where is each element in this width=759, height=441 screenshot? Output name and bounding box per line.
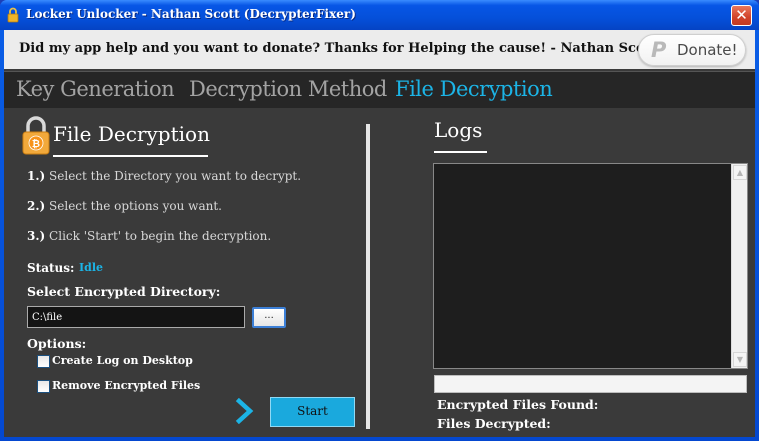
title-underline (53, 155, 208, 157)
client-area: Did my app help and you want to donate? … (4, 30, 755, 437)
step-number: 1.) (27, 169, 46, 183)
window-title: Locker Unlocker - Nathan Scott (Decrypte… (26, 7, 356, 21)
tab-file-decryption[interactable]: File Decryption (395, 77, 553, 101)
logs-textbox[interactable]: ▲ ▼ (433, 163, 748, 369)
tab-decryption-method[interactable]: Decryption Method (189, 77, 387, 101)
remove-encrypted-label[interactable]: Remove Encrypted Files (52, 379, 200, 392)
panel-divider (366, 124, 370, 429)
encrypted-files-found-label: Encrypted Files Found: (437, 397, 599, 412)
logs-underline (434, 151, 487, 153)
section-title: File Decryption (53, 122, 210, 146)
scroll-up-icon[interactable]: ▲ (733, 165, 747, 180)
lock-icon (7, 7, 19, 23)
svg-text:₿: ₿ (32, 138, 40, 150)
options-label: Options: (27, 336, 87, 351)
donate-button[interactable]: P Donate! (638, 34, 746, 66)
scroll-down-icon[interactable]: ▼ (733, 352, 747, 367)
donate-message: Did my app help and you want to donate? … (19, 41, 657, 56)
directory-input[interactable] (27, 306, 245, 328)
tab-key-generation[interactable]: Key Generation (16, 77, 175, 101)
paypal-icon: P (651, 38, 667, 62)
create-log-checkbox[interactable] (37, 355, 50, 368)
step-1: 1.) Select the Directory you want to dec… (27, 169, 301, 183)
create-log-label[interactable]: Create Log on Desktop (52, 354, 193, 367)
close-button[interactable]: ✕ (731, 5, 752, 26)
step-3: 3.) Click 'Start' to begin the decryptio… (27, 229, 271, 243)
logs-scrollbar[interactable]: ▲ ▼ (731, 164, 747, 368)
step-number: 3.) (27, 229, 46, 243)
donate-label: Donate! (677, 41, 738, 59)
status-label: Status: (27, 261, 75, 275)
title-bar[interactable]: Locker Unlocker - Nathan Scott (Decrypte… (0, 0, 759, 30)
decryption-progress-bar (434, 375, 747, 393)
app-window: Locker Unlocker - Nathan Scott (Decrypte… (0, 0, 759, 441)
start-button[interactable]: Start (270, 397, 355, 427)
donate-banner: Did my app help and you want to donate? … (4, 30, 755, 69)
step-text: Click 'Start' to begin the decryption. (49, 229, 272, 243)
chevron-right-icon (235, 398, 254, 424)
tab-bar: Key Generation Decryption Method File De… (4, 71, 755, 108)
remove-encrypted-checkbox[interactable] (37, 380, 50, 393)
logs-title: Logs (434, 118, 483, 142)
step-text: Select the Directory you want to decrypt… (49, 169, 302, 183)
browse-button[interactable]: ... (252, 307, 286, 328)
step-text: Select the options you want. (49, 199, 222, 213)
step-number: 2.) (27, 199, 46, 213)
directory-label: Select Encrypted Directory: (27, 284, 221, 299)
status-value: Idle (79, 261, 104, 274)
bitcoin-lock-icon: ₿ (22, 116, 50, 155)
step-2: 2.) Select the options you want. (27, 199, 222, 213)
files-decrypted-label: Files Decrypted: (437, 416, 551, 431)
